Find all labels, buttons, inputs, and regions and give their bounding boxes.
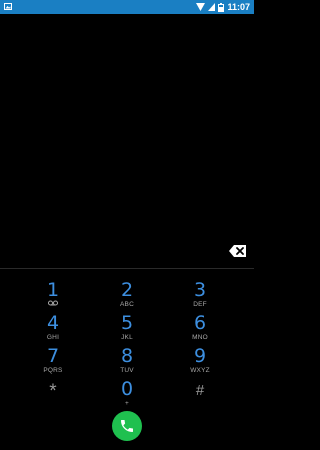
key-digit: 8 (120, 345, 134, 367)
wifi-icon (196, 3, 206, 11)
key-letters: WXYZ (190, 367, 210, 374)
key-digit: * (49, 381, 57, 402)
number-display[interactable] (0, 14, 254, 268)
key-0[interactable]: 0 + (97, 379, 157, 415)
key-digit: 5 (120, 312, 134, 334)
key-8[interactable]: 8 TUV (97, 346, 157, 382)
key-letters: + (125, 400, 129, 407)
key-digit: # (195, 382, 205, 399)
signal-icon (208, 3, 216, 11)
status-bar: 11:07 (0, 0, 254, 14)
key-star[interactable]: * (23, 382, 83, 418)
key-7[interactable]: 7 PQRS (23, 346, 83, 382)
key-digit: 2 (120, 279, 134, 301)
key-digit: 3 (193, 279, 207, 301)
key-letters: PQRS (43, 367, 63, 374)
status-icons: 11:07 (196, 0, 250, 14)
key-9[interactable]: 9 WXYZ (170, 346, 230, 382)
image-notification-icon (4, 3, 12, 10)
key-1[interactable]: 1 (23, 280, 83, 316)
key-2[interactable]: 2 ABC (97, 280, 157, 316)
key-letters: ABC (120, 301, 134, 308)
key-letters: TUV (120, 367, 134, 374)
keypad-divider (0, 268, 254, 269)
key-letters: GHI (46, 334, 60, 341)
key-digit: 0 (120, 378, 134, 400)
key-digit: 6 (193, 312, 207, 334)
key-6[interactable]: 6 MNO (170, 313, 230, 349)
key-hash[interactable]: # (170, 381, 230, 417)
key-letters: MNO (192, 334, 208, 341)
key-5[interactable]: 5 JKL (97, 313, 157, 349)
phone-icon (121, 420, 133, 432)
key-digit: 7 (46, 345, 60, 367)
key-letters: JKL (121, 334, 133, 341)
key-digit: 1 (46, 279, 60, 301)
battery-icon (218, 2, 225, 12)
backspace-icon[interactable] (229, 244, 247, 258)
key-4[interactable]: 4 GHI (23, 313, 83, 349)
key-letters: DEF (193, 301, 207, 308)
status-time: 11:07 (227, 2, 250, 12)
call-button[interactable] (112, 411, 142, 441)
key-3[interactable]: 3 DEF (170, 280, 230, 316)
voicemail-icon (48, 300, 58, 306)
key-digit: 9 (193, 345, 207, 367)
key-digit: 4 (46, 312, 60, 334)
